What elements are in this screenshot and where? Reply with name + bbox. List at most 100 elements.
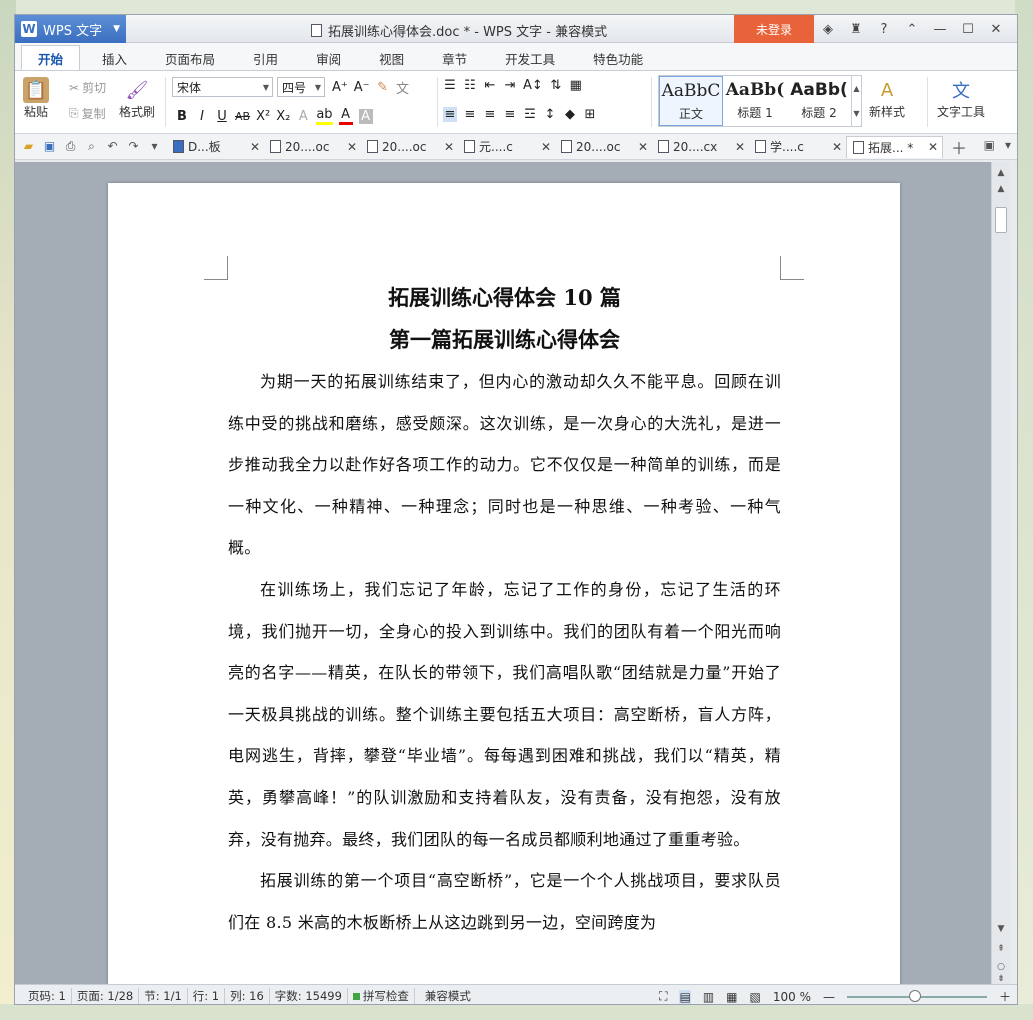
chevron-up-icon[interactable]: ▲ — [995, 168, 1007, 178]
superscript-icon[interactable]: X² — [256, 109, 270, 124]
scroll-thumb[interactable] — [995, 207, 1007, 233]
text-tools-button[interactable]: 文 文字工具 — [937, 77, 985, 120]
spell-check-button[interactable]: 拼写检查 — [348, 987, 415, 1004]
align-left-icon[interactable]: ≡ — [443, 107, 457, 122]
sort-icon[interactable]: ⇅ — [549, 78, 563, 93]
collapse-ribbon-icon[interactable]: ⌃ — [903, 22, 921, 37]
chevron-down-icon[interactable]: ▼ — [995, 924, 1007, 934]
doc-tab[interactable]: 元....c ✕ — [458, 136, 555, 158]
style-gallery-scroll[interactable]: ▲ ▼ — [851, 76, 861, 126]
distributed-icon[interactable]: ☲ — [523, 107, 537, 122]
doc-tab-active[interactable]: 拓展... * ✕ — [846, 135, 943, 158]
zoom-value[interactable]: 100 % — [773, 990, 811, 1004]
zoom-out-icon[interactable]: — — [823, 990, 835, 1004]
align-center-icon[interactable]: ≡ — [463, 107, 477, 122]
char-scale-icon[interactable]: A↕ — [523, 78, 543, 93]
style-heading-2[interactable]: AaBb(标题 2 — [787, 76, 851, 126]
tab-review[interactable]: 审阅 — [300, 46, 357, 70]
minimize-icon[interactable]: — — [931, 22, 949, 37]
strikethrough-icon[interactable]: AB — [235, 110, 250, 123]
copy-button[interactable]: ⎘ 复制 — [69, 105, 106, 122]
phonetic-icon[interactable]: 文 — [396, 78, 410, 97]
skin-icon[interactable]: ◈ — [819, 22, 837, 37]
zoom-slider-knob[interactable] — [908, 989, 921, 1002]
doc-tab[interactable]: 20....oc ✕ — [555, 136, 652, 158]
close-icon[interactable]: ✕ — [250, 140, 260, 154]
tab-page-layout[interactable]: 页面布局 — [149, 46, 231, 70]
web-view-icon[interactable]: ▦ — [726, 990, 737, 1004]
style-heading-1[interactable]: AaBb(标题 1 — [723, 76, 787, 126]
zoom-slider[interactable] — [846, 989, 987, 1002]
font-select[interactable]: 宋体 ▼ — [172, 77, 273, 97]
align-right-icon[interactable]: ≡ — [483, 107, 497, 122]
font-color-icon[interactable]: A — [338, 107, 353, 125]
doc-tab[interactable]: D...板 ✕ — [167, 136, 264, 158]
document-content[interactable]: 拓展训练心得体会 10 篇 第一篇拓展训练心得体会 为期一天的拓展训练结束了，但… — [228, 277, 781, 943]
italic-icon[interactable]: I — [195, 109, 209, 124]
fullscreen-icon[interactable]: ⛶ — [659, 989, 667, 1004]
reading-view-icon[interactable]: ▧ — [750, 990, 761, 1004]
tab-references[interactable]: 引用 — [237, 46, 294, 70]
save-icon[interactable]: ▣ — [42, 139, 57, 154]
subscript-icon[interactable]: X₂ — [276, 109, 290, 124]
doc-tab[interactable]: 20....oc ✕ — [361, 136, 458, 158]
close-icon[interactable]: ✕ — [347, 140, 357, 154]
table-icon[interactable]: ▦ — [569, 78, 583, 93]
style-normal[interactable]: AaBbC 正文 — [659, 76, 723, 126]
login-button[interactable]: 未登录 — [734, 15, 814, 43]
wps-app-button[interactable]: W WPS 文字 ▼ — [15, 15, 126, 43]
border-icon[interactable]: ⊞ — [583, 107, 597, 122]
text-effect-icon[interactable]: A — [296, 109, 310, 124]
doc-tab[interactable]: 20....oc ✕ — [264, 136, 361, 158]
bullet-list-icon[interactable]: ☰ — [443, 78, 457, 93]
print-preview-icon[interactable]: ⌕ — [84, 139, 99, 154]
close-icon[interactable]: ✕ — [735, 140, 745, 154]
status-words[interactable]: 字数: 15499 — [270, 987, 348, 1004]
shading-icon[interactable]: ◆ — [563, 107, 577, 122]
close-icon[interactable]: ✕ — [444, 140, 454, 154]
close-icon[interactable]: ✕ — [832, 140, 842, 154]
tab-view[interactable]: 视图 — [363, 46, 420, 70]
indent-icon[interactable]: ⇥ — [503, 78, 517, 93]
justify-icon[interactable]: ≡ — [503, 107, 517, 122]
vertical-scrollbar[interactable]: ▲ ▲ ▼ ⇞ ○ ⇟ — [991, 162, 1010, 984]
close-icon[interactable]: ✕ — [638, 140, 648, 154]
maximize-icon[interactable]: ☐ — [959, 22, 977, 37]
close-icon[interactable]: ✕ — [928, 140, 938, 154]
page-view-icon[interactable]: ▤ — [679, 989, 691, 1004]
shirt-icon[interactable]: ♜ — [847, 22, 865, 37]
open-icon[interactable]: ▰ — [21, 139, 36, 154]
grow-font-icon[interactable]: A⁺ — [332, 80, 348, 95]
line-spacing-icon[interactable]: ↕ — [543, 107, 557, 122]
doc-tab[interactable]: 学....c ✕ — [749, 136, 846, 158]
help-icon[interactable]: ? — [875, 22, 893, 37]
format-painter-button[interactable]: 🖌 格式刷 — [119, 77, 155, 120]
outline-view-icon[interactable]: ▥ — [703, 990, 714, 1004]
font-size-select[interactable]: 四号 ▼ — [277, 77, 325, 97]
tab-home[interactable]: 开始 — [21, 45, 81, 70]
highlight-icon[interactable]: ab — [316, 107, 333, 125]
document-page[interactable]: 拓展训练心得体会 10 篇 第一篇拓展训练心得体会 为期一天的拓展训练结束了，但… — [108, 183, 900, 1003]
tab-insert[interactable]: 插入 — [86, 46, 143, 70]
outdent-icon[interactable]: ⇤ — [483, 78, 497, 93]
char-shading-icon[interactable]: A — [358, 108, 373, 124]
zoom-in-icon[interactable]: ＋ — [999, 988, 1011, 1004]
tab-special[interactable]: 特色功能 — [577, 46, 659, 70]
prev-page-icon[interactable]: ⇞ — [995, 944, 1007, 954]
next-page-icon[interactable]: ⇟ — [995, 974, 1007, 984]
tab-list-icon[interactable]: ▾ — [1005, 138, 1011, 152]
clear-format-icon[interactable]: ✎ — [376, 80, 390, 95]
tab-developer[interactable]: 开发工具 — [489, 46, 571, 70]
customize-icon[interactable]: ▾ — [147, 139, 162, 154]
browse-object-icon[interactable]: ○ — [995, 962, 1007, 972]
tab-section[interactable]: 章节 — [426, 46, 483, 70]
new-style-button[interactable]: A 新样式 — [869, 77, 905, 120]
underline-icon[interactable]: U — [215, 109, 229, 124]
print-icon[interactable]: ⎙ — [63, 139, 78, 154]
shrink-font-icon[interactable]: A⁻ — [354, 80, 370, 95]
paste-button[interactable]: 📋 粘贴 — [23, 77, 49, 120]
new-tab-icon[interactable]: ＋ — [951, 135, 967, 159]
close-icon[interactable]: ✕ — [987, 22, 1005, 37]
bold-icon[interactable]: B — [175, 109, 189, 124]
cut-button[interactable]: ✂ 剪切 — [69, 79, 106, 96]
